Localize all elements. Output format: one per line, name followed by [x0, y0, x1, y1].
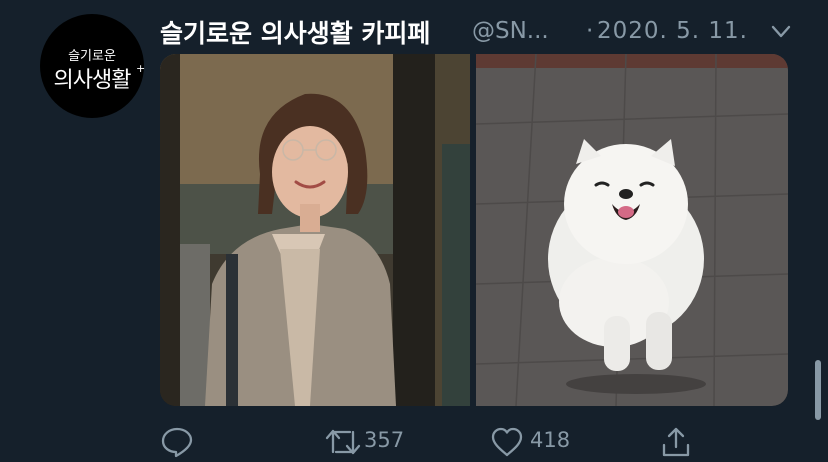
- retweet-icon: [325, 429, 361, 455]
- tweet-media: [160, 54, 788, 406]
- woman-smiling-photo[interactable]: [160, 54, 470, 406]
- reply-icon: [161, 427, 193, 458]
- share-button[interactable]: [660, 420, 700, 460]
- white-pomeranian-photo[interactable]: [475, 54, 788, 406]
- retweet-count: 357: [364, 428, 405, 452]
- heart-icon: [491, 427, 523, 457]
- tweet-date[interactable]: 2020. 5. 11.: [597, 18, 748, 44]
- display-name[interactable]: 슬기로운 의사생활 카피페: [160, 14, 430, 50]
- account-avatar[interactable]: 슬기로운 의사생활 +: [40, 14, 146, 118]
- avatar-text-line2: 의사생활: [53, 68, 132, 93]
- avatar-plus-mark: +: [136, 62, 146, 75]
- header-separator: ·: [586, 18, 594, 44]
- chevron-down-icon[interactable]: [768, 20, 794, 44]
- scrollbar-thumb[interactable]: [815, 360, 821, 420]
- like-button[interactable]: 418: [490, 420, 590, 460]
- reply-button[interactable]: [160, 420, 200, 460]
- retweet-button[interactable]: 357: [324, 420, 424, 460]
- share-icon: [662, 427, 690, 457]
- tweet-actions: 357 418: [160, 420, 700, 460]
- user-handle[interactable]: @SN...: [472, 18, 549, 44]
- like-count: 418: [530, 428, 571, 452]
